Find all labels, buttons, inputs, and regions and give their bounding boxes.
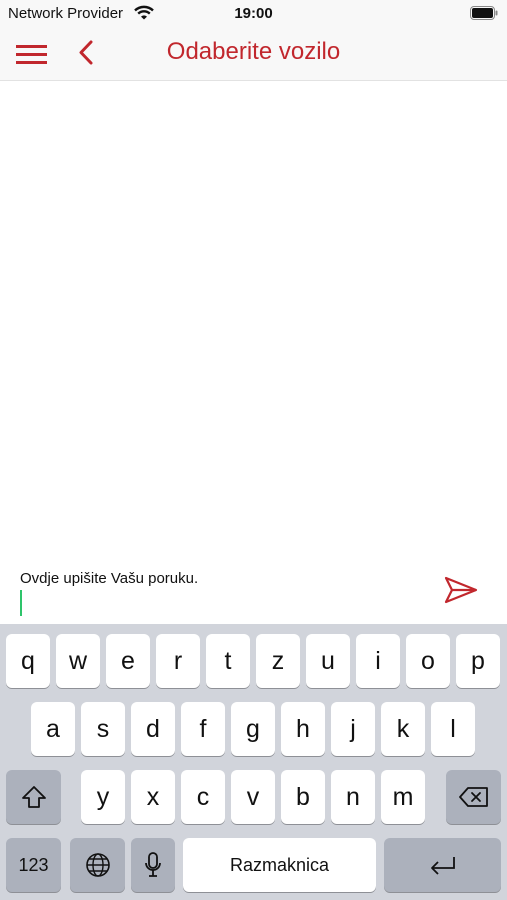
numbers-key[interactable]: 123 (6, 838, 61, 892)
keyboard: q w e r t z u i o p a s d f g h j k l y … (0, 624, 507, 900)
space-key[interactable]: Razmaknica (183, 838, 376, 892)
shift-icon[interactable] (6, 770, 61, 824)
key-v[interactable]: v (231, 770, 275, 824)
clock: 19:00 (234, 5, 273, 22)
battery-icon (470, 6, 498, 20)
key-i[interactable]: i (356, 634, 400, 688)
key-a[interactable]: a (31, 702, 75, 756)
key-z[interactable]: z (256, 634, 300, 688)
message-composer: Ovdje upišite Vašu poruku. (0, 556, 507, 624)
text-cursor (20, 590, 22, 616)
key-u[interactable]: u (306, 634, 350, 688)
key-s[interactable]: s (81, 702, 125, 756)
key-r[interactable]: r (156, 634, 200, 688)
key-n[interactable]: n (331, 770, 375, 824)
key-d[interactable]: d (131, 702, 175, 756)
key-p[interactable]: p (456, 634, 500, 688)
key-q[interactable]: q (6, 634, 50, 688)
key-j[interactable]: j (331, 702, 375, 756)
status-bar: Network Provider 19:00 (0, 0, 507, 28)
key-e[interactable]: e (106, 634, 150, 688)
key-x[interactable]: x (131, 770, 175, 824)
key-o[interactable]: o (406, 634, 450, 688)
page-title: Odaberite vozilo (166, 38, 341, 65)
key-b[interactable]: b (281, 770, 325, 824)
send-icon[interactable] (442, 574, 480, 606)
key-c[interactable]: c (181, 770, 225, 824)
backspace-icon[interactable] (446, 770, 501, 824)
microphone-icon[interactable] (131, 838, 175, 892)
key-w[interactable]: w (56, 634, 100, 688)
chevron-left-icon[interactable] (74, 38, 100, 68)
key-m[interactable]: m (381, 770, 425, 824)
globe-icon[interactable] (70, 838, 125, 892)
hamburger-icon[interactable] (14, 40, 50, 68)
key-t[interactable]: t (206, 634, 250, 688)
message-input[interactable]: Ovdje upišite Vašu poruku. (20, 570, 198, 587)
key-g[interactable]: g (231, 702, 275, 756)
key-f[interactable]: f (181, 702, 225, 756)
vehicle-list-area (0, 81, 507, 556)
key-h[interactable]: h (281, 702, 325, 756)
navigation-bar: Odaberite vozilo (0, 28, 507, 81)
key-y[interactable]: y (81, 770, 125, 824)
return-icon[interactable] (384, 838, 501, 892)
key-l[interactable]: l (431, 702, 475, 756)
key-k[interactable]: k (381, 702, 425, 756)
